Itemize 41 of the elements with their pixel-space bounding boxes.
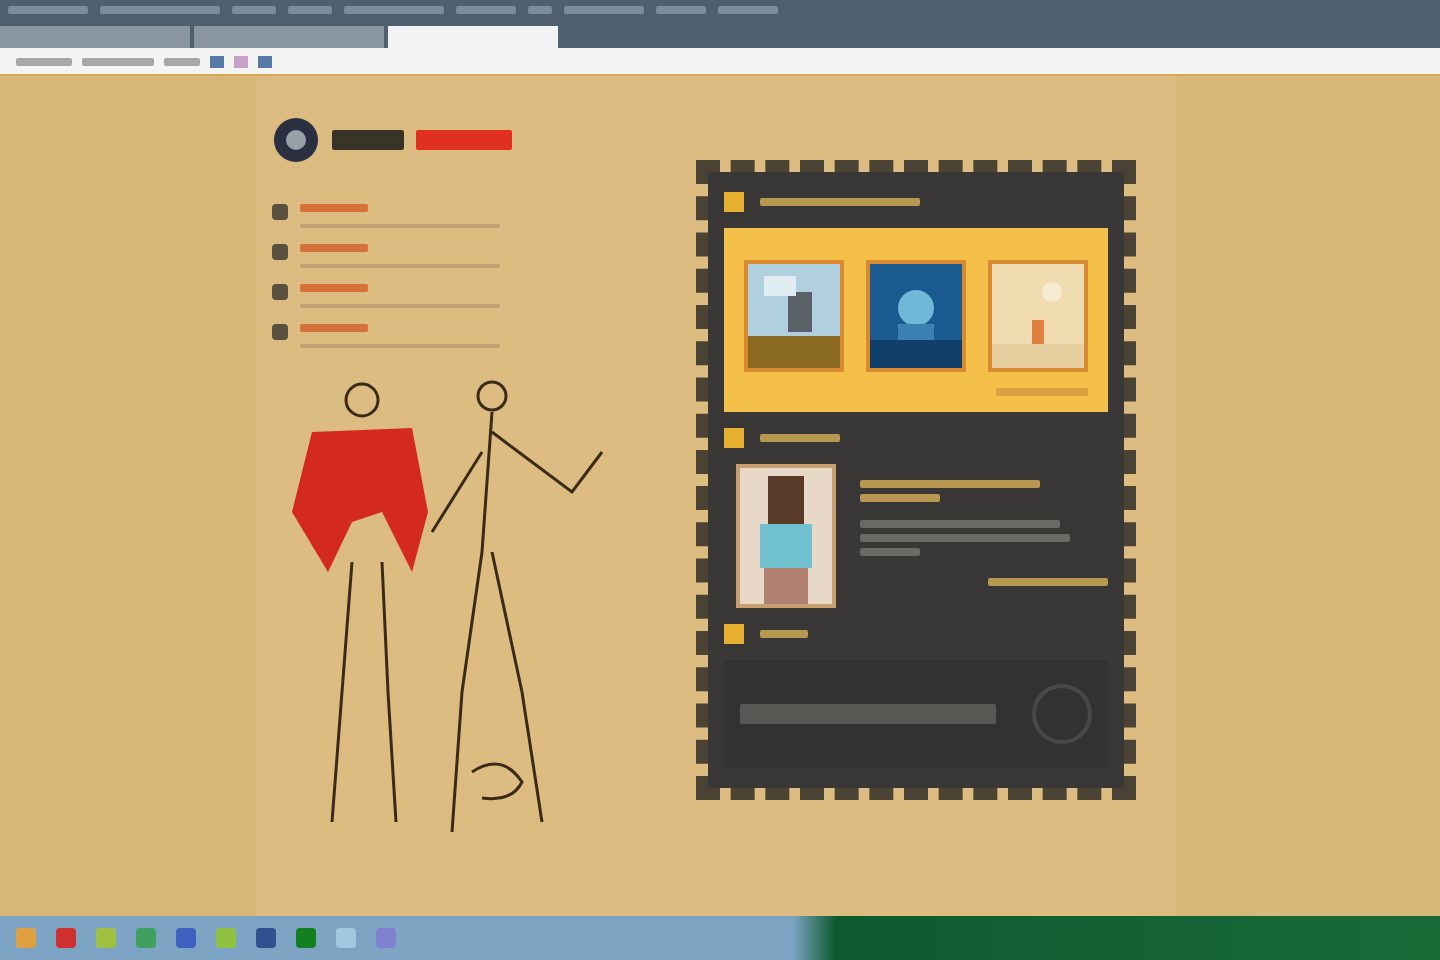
browser-tab[interactable] [0,26,190,49]
section-icon [724,192,744,212]
illegible-text [300,284,368,292]
nav-icon [272,204,288,220]
app-icon[interactable] [376,928,396,948]
illegible-text [300,244,368,252]
browser-tab[interactable] [194,26,384,49]
illegible-text [988,578,1108,586]
illegible-text [860,494,940,502]
section-icon [724,624,744,644]
illegible-text [416,130,512,150]
illegible-text [16,57,72,66]
illegible-text [300,204,368,212]
illegible-text [718,5,778,14]
app-icon[interactable] [336,928,356,948]
illegible-text [860,548,920,556]
illegible-text [300,324,368,332]
illegible-text [100,5,220,14]
illegible-text [232,5,276,14]
illegible-text [760,630,808,638]
nav-icon [272,324,288,340]
illegible-text [288,5,332,14]
logo-icon[interactable] [272,116,320,164]
illegible-text [82,57,154,66]
illegible-text [528,5,552,14]
illegible-text [760,434,840,442]
app-icon[interactable] [296,928,316,948]
app-icon[interactable] [256,928,276,948]
nav-icon [272,244,288,260]
section-icon [724,428,744,448]
illegible-text [564,5,644,14]
illegible-text [164,57,200,66]
nav-icon [272,284,288,300]
illegible-text [996,388,1088,396]
app-icon[interactable] [176,928,196,948]
illegible-text [332,130,404,150]
illegible-text [8,5,88,14]
app-icon[interactable] [56,928,76,948]
illegible-text [656,5,706,14]
illegible-text [344,5,444,14]
illegible-text [456,5,516,14]
